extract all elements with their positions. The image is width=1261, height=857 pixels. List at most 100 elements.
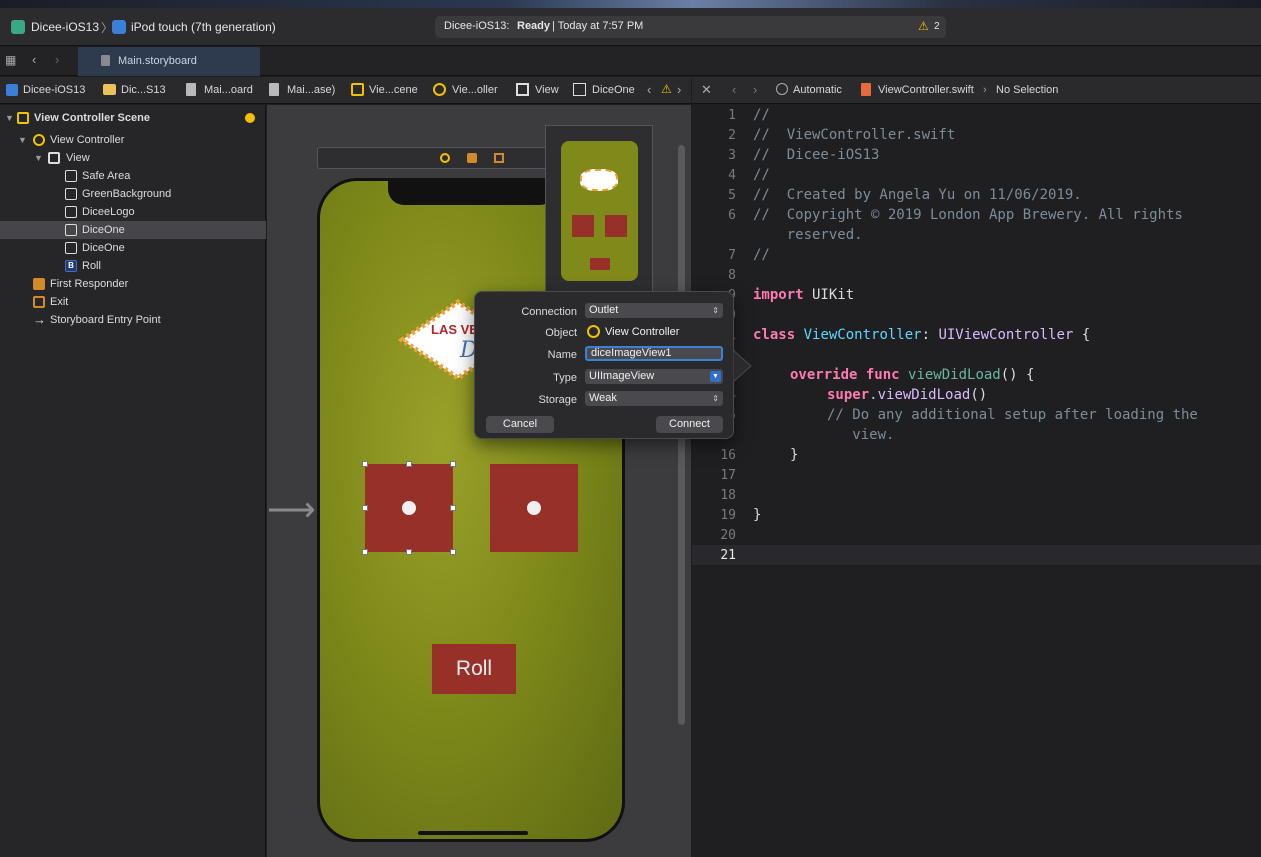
chevron-left-icon[interactable]: ‹ <box>647 82 651 97</box>
jump-item[interactable]: Mai...ase) <box>287 84 335 96</box>
back-icon[interactable]: ‹ <box>732 82 736 97</box>
dice-one-right[interactable] <box>490 464 578 552</box>
outline-item[interactable]: ▼ View <box>0 149 266 167</box>
chevron-right-icon: › <box>983 84 987 96</box>
connection-label: Connection <box>521 306 577 318</box>
symbol-selector[interactable]: No Selection <box>996 84 1058 96</box>
popover-arrow-icon <box>733 350 752 382</box>
device-notch <box>388 181 556 205</box>
logo-text: LAS VE <box>431 322 478 337</box>
tab-bar: ▦ ‹ › Main.storyboard <box>0 47 1261 76</box>
canvas-minimap[interactable] <box>545 125 653 299</box>
device-selector[interactable]: iPod touch (7th generation) <box>131 20 276 34</box>
view-controller-icon <box>587 325 600 338</box>
connect-button[interactable]: Connect <box>656 416 723 433</box>
grid-icon[interactable]: ▦ <box>5 53 16 67</box>
connection-select[interactable]: Outlet ⇕ <box>585 303 723 318</box>
code-line-wrapped: reserved. <box>753 227 863 243</box>
tab-main-storyboard[interactable]: Main.storyboard <box>78 47 260 76</box>
stepper-icon: ⇕ <box>712 394 719 403</box>
scene-icon <box>17 112 29 124</box>
forward-icon[interactable]: › <box>55 52 59 67</box>
jump-item[interactable]: Mai...oard <box>204 84 253 96</box>
outline-item[interactable]: ▼ View Controller <box>0 131 266 149</box>
function-name: viewDidLoad <box>908 367 1001 383</box>
jump-item[interactable]: Dic...S13 <box>121 84 166 96</box>
resize-handle[interactable] <box>450 505 456 511</box>
outline-item[interactable]: First Responder <box>0 275 266 293</box>
disclosure-icon[interactable]: ▼ <box>18 131 27 149</box>
storage-select[interactable]: Weak ⇕ <box>585 391 723 406</box>
minimap-screen <box>561 141 638 281</box>
keyword: class <box>753 327 796 343</box>
outlet-name-input[interactable] <box>585 346 723 361</box>
dice-one-left[interactable] <box>365 464 453 552</box>
jump-item[interactable]: Dicee-iOS13 <box>23 84 85 96</box>
type-combo[interactable]: UIImageView ▼ <box>585 369 723 384</box>
resize-handle[interactable] <box>362 461 368 467</box>
related-items-icon[interactable] <box>776 83 788 95</box>
outline-label: Safe Area <box>82 170 131 182</box>
scheme-selector[interactable]: Dicee-iOS13 <box>31 20 99 34</box>
dice-pip <box>527 501 541 515</box>
keyword: override <box>790 367 858 383</box>
chevron-down-icon[interactable]: ▼ <box>710 371 721 382</box>
resize-handle[interactable] <box>406 461 412 467</box>
minimap-logo <box>580 169 618 191</box>
outline-item[interactable]: DiceeLogo <box>0 203 266 221</box>
resize-handle[interactable] <box>362 505 368 511</box>
back-icon[interactable]: ‹ <box>32 52 36 67</box>
line-number: 5 <box>728 188 736 203</box>
stepper-icon: ⇕ <box>712 306 719 315</box>
toolbar: Dicee-iOS13 〉 iPod touch (7th generation… <box>0 8 1261 46</box>
line-number: 7 <box>728 248 736 263</box>
code-line: // <box>753 107 770 123</box>
status-state: Ready <box>517 20 551 32</box>
resize-handle[interactable] <box>406 549 412 555</box>
warning-icon[interactable]: ⚠ <box>918 19 929 33</box>
roll-button[interactable]: Roll <box>432 644 516 694</box>
warning-icon[interactable]: ⚠ <box>661 82 672 96</box>
outline-item[interactable]: → Storyboard Entry Point <box>0 311 266 329</box>
forward-icon[interactable]: › <box>753 82 757 97</box>
status-project: Dicee-iOS13: <box>444 20 510 32</box>
cancel-button[interactable]: Cancel <box>486 416 554 433</box>
close-icon[interactable]: ✕ <box>701 82 712 98</box>
punctuation: : <box>921 327 939 343</box>
exit-icon[interactable] <box>494 153 504 163</box>
chevron-right-icon[interactable]: › <box>677 82 681 97</box>
scene-status-icon[interactable] <box>245 113 255 123</box>
jump-item[interactable]: Vie...oller <box>452 84 498 96</box>
outline-label: GreenBackground <box>82 188 172 200</box>
outline-item[interactable]: DiceOne <box>0 239 266 257</box>
storyboard-canvas[interactable]: ⟶ LAS VE Dic Roll <box>267 105 691 857</box>
line-number: 8 <box>728 268 736 283</box>
jump-item[interactable]: View <box>535 84 559 96</box>
disclosure-icon[interactable]: ▼ <box>34 149 43 167</box>
jump-item[interactable]: DiceOne <box>592 84 635 96</box>
current-line-highlight <box>692 545 1261 565</box>
file-selector[interactable]: ViewController.swift <box>878 84 974 96</box>
resize-handle[interactable] <box>450 549 456 555</box>
outline-item-selected[interactable]: DiceOne <box>0 221 266 239</box>
disclosure-icon[interactable]: ▼ <box>5 109 14 127</box>
outline-item[interactable]: B Roll <box>0 257 266 275</box>
resize-handle[interactable] <box>362 549 368 555</box>
jump-item[interactable]: Vie...cene <box>369 84 418 96</box>
mode-selector[interactable]: Automatic <box>793 84 842 96</box>
line-number: 16 <box>720 448 736 463</box>
outline-scene[interactable]: ▼ View Controller Scene <box>0 109 266 127</box>
line-number: 20 <box>720 528 736 543</box>
image-view-icon <box>65 224 77 236</box>
resize-handle[interactable] <box>450 461 456 467</box>
first-responder-icon[interactable] <box>467 153 477 163</box>
outline-item[interactable]: GreenBackground <box>0 185 266 203</box>
view-controller-icon[interactable] <box>440 153 450 163</box>
line-number: 2 <box>728 128 736 143</box>
outline-item[interactable]: Exit <box>0 293 266 311</box>
punctuation: () <box>970 387 988 403</box>
outline-item[interactable]: Safe Area <box>0 167 266 185</box>
code-editor[interactable]: 1 2 3 4 5 6 7 8 9 10 11 12 13 14 15 16 1… <box>692 105 1261 857</box>
jump-bar-editor: ✕ ‹ › Automatic ViewController.swift › N… <box>692 77 1261 104</box>
entry-point-arrow-icon[interactable]: ⟶ <box>267 493 316 527</box>
